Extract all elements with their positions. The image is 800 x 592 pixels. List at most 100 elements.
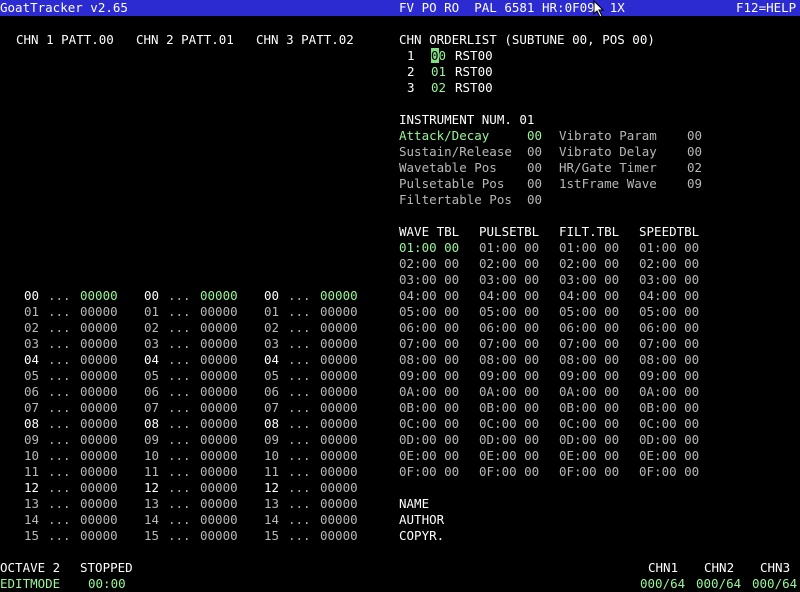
table-entry[interactable]: 07:00 00 bbox=[559, 336, 619, 352]
pattern-command[interactable]: 00000 bbox=[320, 464, 358, 480]
pattern-command[interactable]: 00000 bbox=[320, 528, 358, 544]
pattern-note[interactable]: ... bbox=[168, 512, 191, 528]
pattern-command[interactable]: 00000 bbox=[320, 304, 358, 320]
table-entry[interactable]: 0F:00 00 bbox=[639, 464, 699, 480]
pattern-note[interactable]: ... bbox=[288, 528, 311, 544]
table-entry[interactable]: 08:00 00 bbox=[399, 352, 459, 368]
pattern-note[interactable]: ... bbox=[48, 512, 71, 528]
table-entry[interactable]: 06:00 00 bbox=[479, 320, 539, 336]
pattern-note[interactable]: ... bbox=[288, 352, 311, 368]
pattern-note[interactable]: ... bbox=[48, 352, 71, 368]
pattern-command[interactable]: 00000 bbox=[80, 448, 118, 464]
pattern-command[interactable]: 00000 bbox=[320, 352, 358, 368]
table-entry[interactable]: 02:00 00 bbox=[559, 256, 619, 272]
pattern-note[interactable]: ... bbox=[48, 288, 71, 304]
table-entry[interactable]: 0C:00 00 bbox=[559, 416, 619, 432]
pattern-command[interactable]: 00000 bbox=[200, 480, 238, 496]
pattern-note[interactable]: ... bbox=[48, 528, 71, 544]
table-entry[interactable]: 02:00 00 bbox=[639, 256, 699, 272]
table-entry[interactable]: 0B:00 00 bbox=[399, 400, 459, 416]
pattern-command[interactable]: 00000 bbox=[200, 400, 238, 416]
table-entry[interactable]: 04:00 00 bbox=[639, 288, 699, 304]
table-entry[interactable]: 0E:00 00 bbox=[559, 448, 619, 464]
pattern-command[interactable]: 00000 bbox=[320, 496, 358, 512]
pattern-note[interactable]: ... bbox=[48, 432, 71, 448]
table-entry[interactable]: 0C:00 00 bbox=[399, 416, 459, 432]
table-entry[interactable]: 0E:00 00 bbox=[399, 448, 459, 464]
pattern-header-chn3[interactable]: CHN 3 PATT.02 bbox=[256, 32, 354, 48]
instrument-param-value[interactable]: 00 bbox=[527, 160, 542, 176]
pattern-command[interactable]: 00000 bbox=[320, 480, 358, 496]
pattern-note[interactable]: ... bbox=[48, 368, 71, 384]
pattern-note[interactable]: ... bbox=[168, 416, 191, 432]
pattern-note[interactable]: ... bbox=[168, 496, 191, 512]
pattern-command[interactable]: 00000 bbox=[320, 432, 358, 448]
pattern-command[interactable]: 00000 bbox=[200, 432, 238, 448]
pattern-note[interactable]: ... bbox=[288, 304, 311, 320]
table-entry[interactable]: 07:00 00 bbox=[399, 336, 459, 352]
instrument-param-value[interactable]: 00 bbox=[687, 128, 702, 144]
pattern-command[interactable]: 00000 bbox=[320, 336, 358, 352]
pattern-command[interactable]: 00000 bbox=[80, 480, 118, 496]
pattern-command[interactable]: 00000 bbox=[80, 464, 118, 480]
table-entry[interactable]: 0E:00 00 bbox=[479, 448, 539, 464]
instrument-param-value[interactable]: 00 bbox=[687, 144, 702, 160]
pattern-command[interactable]: 00000 bbox=[80, 496, 118, 512]
pattern-note[interactable]: ... bbox=[168, 320, 191, 336]
pattern-note[interactable]: ... bbox=[168, 368, 191, 384]
pattern-note[interactable]: ... bbox=[168, 448, 191, 464]
pattern-command[interactable]: 00000 bbox=[200, 336, 238, 352]
table-entry[interactable]: 09:00 00 bbox=[559, 368, 619, 384]
table-entry[interactable]: 04:00 00 bbox=[479, 288, 539, 304]
pattern-command[interactable]: 00000 bbox=[320, 448, 358, 464]
instrument-param-value[interactable]: 02 bbox=[687, 160, 702, 176]
table-entry[interactable]: 0B:00 00 bbox=[479, 400, 539, 416]
pattern-command[interactable]: 00000 bbox=[200, 416, 238, 432]
pattern-note[interactable]: ... bbox=[288, 288, 311, 304]
help-hint[interactable]: F12=HELP bbox=[736, 0, 796, 16]
pattern-note[interactable]: ... bbox=[288, 336, 311, 352]
table-entry[interactable]: 09:00 00 bbox=[639, 368, 699, 384]
pattern-note[interactable]: ... bbox=[288, 448, 311, 464]
pattern-note[interactable]: ... bbox=[288, 464, 311, 480]
pattern-note[interactable]: ... bbox=[168, 288, 191, 304]
table-entry[interactable]: 03:00 00 bbox=[479, 272, 539, 288]
table-entry[interactable]: 06:00 00 bbox=[559, 320, 619, 336]
pattern-note[interactable]: ... bbox=[288, 368, 311, 384]
song-name-label[interactable]: NAME bbox=[399, 496, 429, 512]
table-entry[interactable]: 01:00 00 bbox=[559, 240, 619, 256]
pattern-command[interactable]: 00000 bbox=[320, 384, 358, 400]
pattern-command[interactable]: 00000 bbox=[80, 336, 118, 352]
table-entry[interactable]: 07:00 00 bbox=[479, 336, 539, 352]
pattern-note[interactable]: ... bbox=[288, 384, 311, 400]
table-entry[interactable]: 0D:00 00 bbox=[639, 432, 699, 448]
pattern-command[interactable]: 00000 bbox=[80, 432, 118, 448]
table-entry[interactable]: 03:00 00 bbox=[559, 272, 619, 288]
pattern-note[interactable]: ... bbox=[48, 336, 71, 352]
pattern-note[interactable]: ... bbox=[168, 480, 191, 496]
pattern-command[interactable]: 00000 bbox=[320, 416, 358, 432]
pattern-note[interactable]: ... bbox=[168, 464, 191, 480]
table-entry[interactable]: 04:00 00 bbox=[399, 288, 459, 304]
table-entry[interactable]: 0C:00 00 bbox=[479, 416, 539, 432]
pattern-note[interactable]: ... bbox=[48, 384, 71, 400]
song-author-label[interactable]: AUTHOR bbox=[399, 512, 444, 528]
table-entry[interactable]: 0A:00 00 bbox=[399, 384, 459, 400]
pattern-command[interactable]: 00000 bbox=[200, 304, 238, 320]
pattern-command[interactable]: 00000 bbox=[80, 400, 118, 416]
pattern-note[interactable]: ... bbox=[48, 400, 71, 416]
table-entry[interactable]: 0D:00 00 bbox=[399, 432, 459, 448]
pattern-note[interactable]: ... bbox=[48, 448, 71, 464]
pattern-command[interactable]: 00000 bbox=[80, 288, 118, 304]
table-entry[interactable]: 05:00 00 bbox=[559, 304, 619, 320]
pattern-note[interactable]: ... bbox=[288, 320, 311, 336]
pattern-note[interactable]: ... bbox=[48, 496, 71, 512]
table-entry[interactable]: 08:00 00 bbox=[639, 352, 699, 368]
pattern-command[interactable]: 00000 bbox=[200, 528, 238, 544]
table-entry[interactable]: 0A:00 00 bbox=[639, 384, 699, 400]
table-entry[interactable]: 06:00 00 bbox=[639, 320, 699, 336]
pattern-command[interactable]: 00000 bbox=[80, 368, 118, 384]
pattern-command[interactable]: 00000 bbox=[200, 464, 238, 480]
pattern-note[interactable]: ... bbox=[168, 304, 191, 320]
pattern-note[interactable]: ... bbox=[168, 432, 191, 448]
